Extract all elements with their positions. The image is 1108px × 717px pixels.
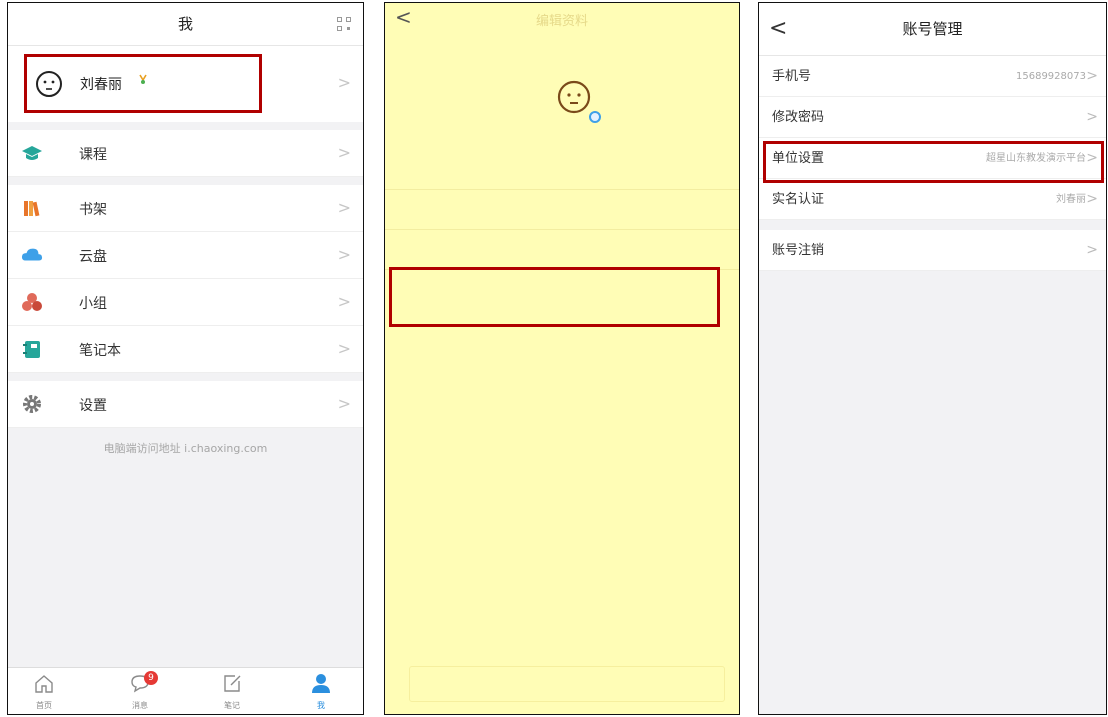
- faded-row[interactable]: [385, 189, 739, 230]
- chevron-right-icon: >: [337, 73, 351, 92]
- home-icon: [35, 675, 53, 693]
- tab-label: 首页: [36, 701, 52, 710]
- page-title: 我: [177, 15, 193, 33]
- row-change-password[interactable]: 修改密码 >: [759, 97, 1106, 138]
- tab-messages[interactable]: 9 消息: [115, 671, 165, 711]
- row-phone-number[interactable]: 手机号 15689928073 >: [759, 56, 1106, 97]
- qr-code-icon[interactable]: [337, 17, 351, 31]
- account-management-screen: < 账号管理 手机号 15689928073 > 修改密码 > 单位设置 超星山…: [758, 2, 1107, 715]
- row-label: 实名认证: [772, 192, 825, 207]
- row-label: 账号注销: [772, 243, 825, 258]
- menu-label: 云盘: [79, 249, 107, 265]
- account-navbar: < 账号管理: [759, 3, 1106, 56]
- notebook-icon: [23, 341, 40, 358]
- chevron-right-icon: >: [1086, 191, 1098, 207]
- menu-item-cloud-disk[interactable]: 云盘 >: [8, 232, 363, 279]
- menu-label: 设置: [79, 398, 107, 414]
- edit-profile-screen: < 编辑资料: [384, 2, 740, 715]
- row-label: 修改密码: [772, 110, 825, 125]
- avatar-face-icon[interactable]: [556, 79, 604, 127]
- highlight-box-unit-settings: [763, 141, 1104, 183]
- person-icon: [312, 674, 330, 693]
- edit-profile-navbar: < 编辑资料: [385, 3, 739, 33]
- menu-item-notebook[interactable]: 笔记本 >: [8, 326, 363, 373]
- row-label: 手机号: [772, 69, 812, 84]
- menu-label: 课程: [79, 147, 107, 163]
- tab-me[interactable]: 我: [296, 672, 346, 711]
- menu-item-course[interactable]: 课程 >: [8, 130, 363, 177]
- chevron-right-icon: >: [1086, 68, 1098, 84]
- chevron-right-icon: >: [337, 143, 351, 162]
- chevron-right-icon: >: [337, 198, 351, 217]
- menu-label: 笔记本: [79, 343, 121, 359]
- chevron-right-icon: >: [337, 292, 351, 311]
- faded-row[interactable]: [385, 229, 739, 270]
- group-icon: [22, 293, 42, 311]
- graduation-cap-icon: [22, 146, 42, 160]
- menu-item-bookshelf[interactable]: 书架 >: [8, 185, 363, 232]
- faded-row[interactable]: [385, 149, 739, 190]
- tab-home[interactable]: 首页: [19, 672, 69, 711]
- menu-item-group[interactable]: 小组 >: [8, 279, 363, 326]
- page-title: 编辑资料: [535, 14, 588, 29]
- chevron-right-icon: >: [337, 245, 351, 264]
- gear-icon: [23, 395, 41, 413]
- menu-label: 小组: [79, 296, 107, 312]
- tab-label: 我: [317, 701, 325, 710]
- note-edit-icon: [224, 675, 241, 692]
- row-real-name-auth[interactable]: 实名认证 刘春丽 >: [759, 179, 1106, 220]
- bookshelf-icon: [24, 201, 40, 217]
- faded-bottom-button[interactable]: [409, 666, 725, 702]
- menu-label: 书架: [79, 202, 107, 218]
- highlight-box-account: [389, 267, 720, 327]
- chevron-right-icon: >: [337, 339, 351, 358]
- bottom-tab-bar: 首页 9 消息 笔记 我: [8, 667, 363, 714]
- row-value: 刘春丽: [1056, 194, 1086, 205]
- chevron-right-icon: >: [337, 394, 351, 413]
- chevron-right-icon: >: [1086, 242, 1098, 258]
- tab-notes[interactable]: 笔记: [207, 672, 257, 711]
- cloud-icon: [21, 248, 43, 261]
- chevron-right-icon: >: [1086, 109, 1098, 125]
- me-screen: 我 刘春丽 > 课程 > 书架 > 云盘 > 小组 > 笔记本 > 设置 > 电…: [7, 2, 364, 715]
- row-account-cancellation[interactable]: 账号注销 >: [759, 230, 1106, 271]
- tab-label: 笔记: [224, 701, 240, 710]
- menu-item-settings[interactable]: 设置 >: [8, 381, 363, 428]
- row-value: 15689928073: [1016, 71, 1086, 82]
- web-address-note: 电脑端访问地址 i.chaoxing.com: [103, 442, 268, 455]
- highlight-box-profile: [24, 54, 262, 113]
- me-navbar: 我: [8, 3, 363, 46]
- unread-badge: 9: [144, 671, 158, 685]
- tab-label: 消息: [132, 701, 148, 710]
- page-title: 账号管理: [902, 20, 963, 38]
